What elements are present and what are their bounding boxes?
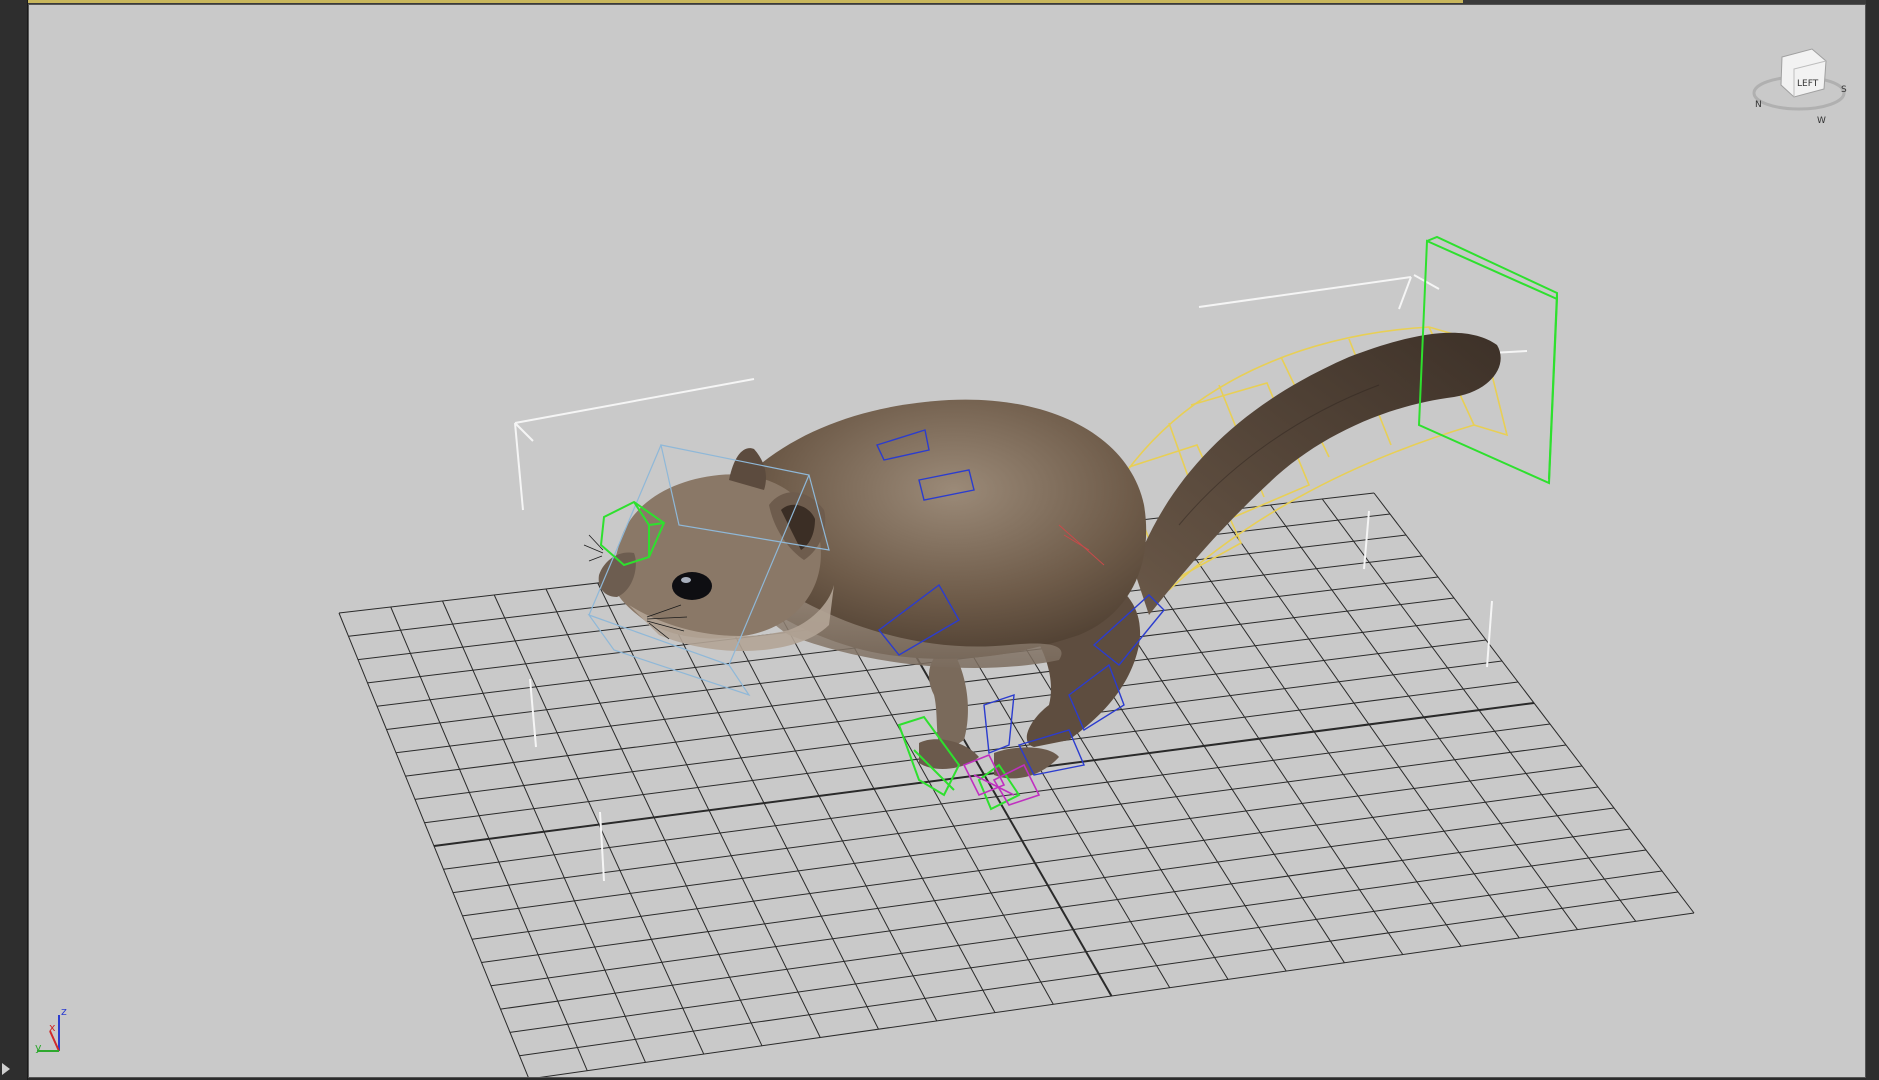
compass-west[interactable]: N	[1755, 100, 1762, 110]
grid-line	[1270, 504, 1578, 930]
grid-line	[509, 870, 1663, 1033]
compass-south[interactable]: W	[1817, 116, 1826, 126]
squirrel-model[interactable]	[583, 399, 1147, 779]
axis-z-label: z	[61, 1005, 67, 1018]
right-scroll-strip[interactable]	[1866, 0, 1879, 1080]
viewcube-face-label[interactable]: LEFT	[1797, 79, 1819, 89]
time-slider-progress[interactable]	[28, 0, 1463, 3]
viewcube[interactable]: LEFT N S W	[1752, 48, 1847, 126]
grid-line	[500, 849, 1647, 1010]
play-icon[interactable]	[2, 1063, 10, 1075]
viewport-scene: LEFT N S W z x y	[35, 48, 1847, 1077]
squirrel-eye	[672, 572, 712, 600]
left-toolbar-strip	[0, 0, 28, 1080]
compass-east[interactable]: S	[1841, 85, 1847, 95]
axis-y-label: y	[35, 1041, 42, 1054]
axis-tripod: z x y	[35, 1005, 67, 1054]
grid-line	[519, 891, 1679, 1057]
axis-x-label: x	[49, 1021, 56, 1034]
grid-line	[1321, 498, 1637, 922]
grid-line	[1373, 492, 1695, 914]
perspective-viewport[interactable]: LEFT N S W z x y	[28, 4, 1866, 1078]
